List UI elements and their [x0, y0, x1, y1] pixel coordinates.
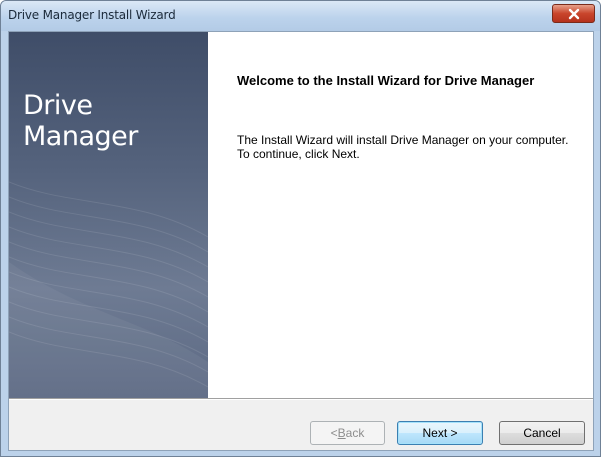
cancel-button[interactable]: Cancel	[499, 421, 585, 445]
welcome-content: Welcome to the Install Wizard for Drive …	[208, 32, 593, 398]
close-button[interactable]	[552, 4, 595, 23]
back-label-rest: ack	[345, 426, 365, 440]
wizard-client-area: Drive Manager Welcome to the Install Wiz…	[8, 31, 594, 451]
body-line-1: The Install Wizard will install Drive Ma…	[237, 133, 569, 147]
window-title: Drive Manager Install Wizard	[8, 8, 176, 22]
footer-divider	[9, 398, 593, 400]
welcome-body: The Install Wizard will install Drive Ma…	[237, 133, 587, 161]
back-label-prefix: <	[330, 426, 338, 440]
install-wizard-window: Drive Manager Install Wizard Drive Manag…	[0, 0, 601, 457]
welcome-heading: Welcome to the Install Wizard for Drive …	[237, 73, 535, 88]
next-button[interactable]: Next >	[397, 421, 483, 445]
close-icon	[568, 8, 579, 19]
back-label-accel: B	[337, 426, 346, 440]
title-bar[interactable]: Drive Manager Install Wizard	[1, 1, 600, 31]
brand-title: Drive Manager	[23, 90, 138, 152]
side-banner: Drive Manager	[9, 32, 208, 398]
banner-wave-graphic	[9, 181, 208, 398]
body-line-2: To continue, click Next.	[237, 147, 360, 161]
back-button[interactable]: < Back	[310, 421, 385, 445]
